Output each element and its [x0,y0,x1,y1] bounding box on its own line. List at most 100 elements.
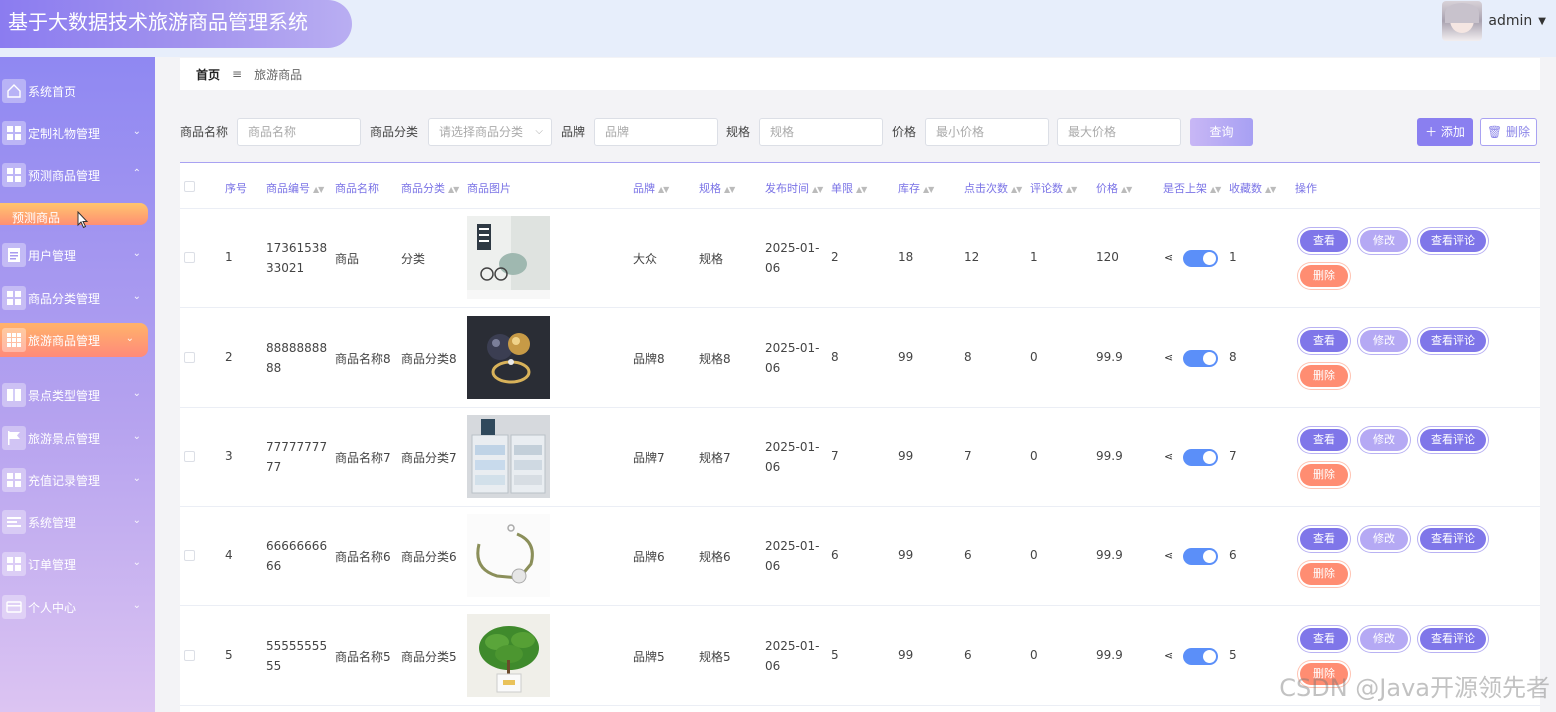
on-sale-toggle[interactable] [1183,250,1218,267]
edit-button[interactable]: 修改 [1360,429,1408,451]
query-button[interactable]: 查询 [1190,118,1253,146]
header-price[interactable]: 价格 ▲▼ [1096,180,1132,196]
sidebar-item-4[interactable]: 用户管理 ⌄ [0,238,155,272]
header-index[interactable]: 序号 [225,180,247,196]
view-button[interactable]: 查看 [1300,528,1348,550]
document-icon [2,243,26,267]
edit-button[interactable]: 修改 [1360,330,1408,352]
share-icon[interactable]: ⋖ [1164,549,1173,562]
chevron-up-icon: ⌃ [132,168,141,179]
caret-down-icon[interactable]: ▼ [1538,16,1546,27]
avatar[interactable] [1442,1,1483,41]
view-comments-button[interactable]: 查看评论 [1420,628,1486,650]
header-favorites[interactable]: 收藏数 ▲▼ [1229,180,1276,196]
header-publish[interactable]: 发布时间 ▲▼ [765,180,823,196]
name-label: 商品名称 [180,125,229,139]
table-row: 4 6666666666 商品名称6 商品分类6 品牌6 规格6 2025-01-06 6 99… [180,507,1540,606]
breadcrumb-home[interactable]: 首页 [196,66,220,83]
sidebar-item-12[interactable]: 个人中心 ⌄ [0,590,155,624]
category-select[interactable]: 请选择商品分类 ⌵ [428,118,552,146]
delete-button-label: 删除 [1506,125,1531,139]
cell-code: 8888888888 [266,341,328,375]
sidebar-item-11[interactable]: 订单管理 ⌄ [0,547,155,581]
on-sale-toggle[interactable] [1183,648,1218,665]
delete-button[interactable]: 删除 [1300,464,1348,486]
delete-button[interactable]: 删除 [1300,265,1348,287]
share-icon[interactable]: ⋖ [1164,649,1173,662]
product-image[interactable] [467,614,550,697]
view-button[interactable]: 查看 [1300,330,1348,352]
cell-comments: 0 [1030,350,1038,364]
header-spec[interactable]: 规格 ▲▼ [699,180,735,196]
header-clicks[interactable]: 点击次数 ▲▼ [964,180,1022,196]
sidebar-subitem-forecast[interactable]: 预测商品 [0,203,148,225]
batch-delete-button[interactable]: 🗑 删除 [1480,118,1537,146]
header-on-sale[interactable]: 是否上架 ▲▼ [1163,180,1221,196]
spec-input[interactable]: 规格 [759,118,883,146]
view-comments-button[interactable]: 查看评论 [1420,528,1486,550]
header-comments[interactable]: 评论数 ▲▼ [1030,180,1077,196]
delete-button[interactable]: 删除 [1300,563,1348,585]
sidebar-item-10[interactable]: 系统管理 ⌄ [0,505,155,539]
product-image[interactable] [467,316,550,399]
share-icon[interactable]: ⋖ [1164,351,1173,364]
cell-name: 商品名称7 [335,451,391,465]
sidebar-item-8[interactable]: 旅游景点管理 ⌄ [0,421,155,455]
view-comments-button[interactable]: 查看评论 [1420,330,1486,352]
share-icon[interactable]: ⋖ [1164,450,1173,463]
cell-spec: 规格6 [699,550,731,564]
select-all-checkbox[interactable] [184,181,195,192]
product-image[interactable] [467,514,550,597]
sidebar-item-6[interactable]: 旅游商品管理 ⌄ [0,323,148,357]
sidebar-item-label: 用户管理 [28,248,77,263]
sidebar-item-label: 系统管理 [28,515,77,530]
edit-button[interactable]: 修改 [1360,528,1408,550]
sidebar-item-7[interactable]: 景点类型管理 ⌄ [0,378,155,412]
delete-button[interactable]: 删除 [1300,365,1348,387]
header-code[interactable]: 商品编号 ▲▼ [266,180,324,196]
header-stock[interactable]: 库存 ▲▼ [898,180,934,196]
max-price-input[interactable]: 最大价格 [1057,118,1181,146]
on-sale-toggle[interactable] [1183,449,1218,466]
top-header: 基于大数据技术旅游商品管理系统 admin ▼ [0,0,1556,57]
breadcrumb: 首页 ≡ 旅游商品 [180,58,1540,90]
cell-index: 3 [225,449,233,463]
cell-spec: 规格5 [699,650,731,664]
row-checkbox[interactable] [184,352,195,363]
add-button[interactable]: ＋ 添加 [1417,118,1473,146]
cell-publish: 2025-01-06 [765,241,820,275]
sidebar-item-5[interactable]: 商品分类管理 ⌄ [0,281,155,315]
chevron-down-icon: ⌄ [125,333,134,344]
row-checkbox[interactable] [184,451,195,462]
apps-icon [2,328,26,352]
view-button[interactable]: 查看 [1300,429,1348,451]
header-brand[interactable]: 品牌 ▲▼ [633,180,669,196]
edit-button[interactable]: 修改 [1360,628,1408,650]
view-button[interactable]: 查看 [1300,230,1348,252]
view-button[interactable]: 查看 [1300,628,1348,650]
user-menu[interactable]: admin ▼ [1442,0,1546,42]
name-input[interactable]: 商品名称 [237,118,361,146]
header-name[interactable]: 商品名称 [335,180,379,196]
view-comments-button[interactable]: 查看评论 [1420,230,1486,252]
header-limit[interactable]: 单限 ▲▼ [831,180,867,196]
row-checkbox[interactable] [184,252,195,263]
header-category[interactable]: 商品分类 ▲▼ [401,180,459,196]
flag-icon [2,426,26,450]
sidebar-item-3[interactable]: 预测商品管理 ⌃ [0,158,155,192]
share-icon[interactable]: ⋖ [1164,251,1173,264]
product-image[interactable] [467,216,550,299]
on-sale-toggle[interactable] [1183,548,1218,565]
row-checkbox[interactable] [184,550,195,561]
username[interactable]: admin [1488,13,1532,29]
min-price-input[interactable]: 最小价格 [925,118,1049,146]
edit-button[interactable]: 修改 [1360,230,1408,252]
sidebar-item-1[interactable]: 系统首页 [0,74,155,108]
view-comments-button[interactable]: 查看评论 [1420,429,1486,451]
product-image[interactable] [467,415,550,498]
sidebar-item-2[interactable]: 定制礼物管理 ⌄ [0,116,155,150]
on-sale-toggle[interactable] [1183,350,1218,367]
sidebar-item-9[interactable]: 充值记录管理 ⌄ [0,463,155,497]
row-checkbox[interactable] [184,650,195,661]
brand-input[interactable]: 品牌 [594,118,718,146]
